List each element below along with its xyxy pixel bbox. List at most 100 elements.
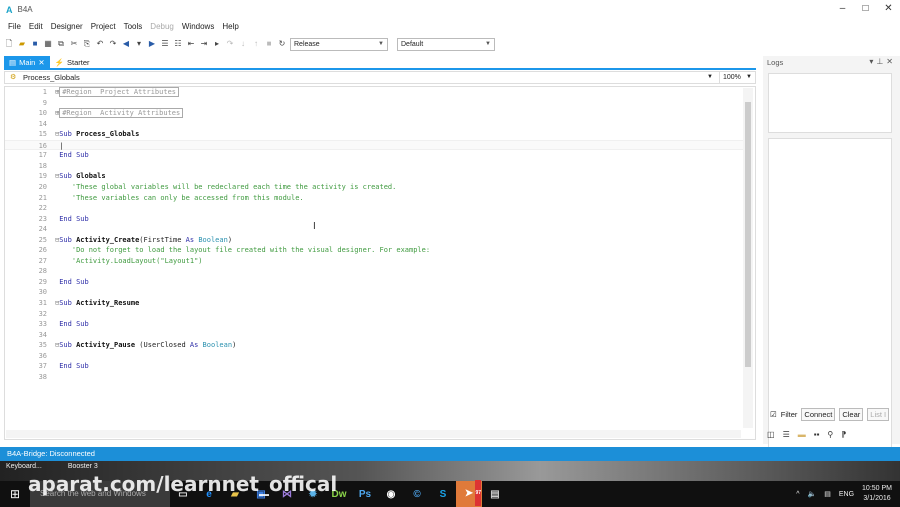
files-icon[interactable]: ▬ <box>798 430 806 439</box>
code-line[interactable]: 38 <box>5 372 745 383</box>
device-select[interactable]: Default ▼ <box>397 37 495 51</box>
paste-icon[interactable]: ⎘ <box>82 39 92 49</box>
chevron-up-icon[interactable]: ^ <box>796 491 799 498</box>
menu-help[interactable]: Help <box>218 20 242 34</box>
minimize-button[interactable]: – <box>831 0 854 18</box>
libraries-icon[interactable]: ◫ <box>767 430 775 439</box>
dropdown-icon[interactable]: ▾ <box>134 39 144 49</box>
windows-start-icon[interactable]: ⊞ <box>0 487 30 501</box>
menu-project[interactable]: Project <box>87 20 120 34</box>
panel-controls[interactable]: ▾⊥✕ <box>869 57 896 66</box>
stop-icon[interactable]: ■ <box>264 39 274 49</box>
telegram-icon[interactable]: ➤ 97 <box>456 480 482 507</box>
code-editor[interactable]: 1 ⊞ #Region Project Attributes 9 10 ⊞ #Region … <box>4 86 756 440</box>
code-line[interactable]: 16 | <box>5 139 745 151</box>
desktop-icon-label[interactable]: Keyboard... <box>6 463 42 470</box>
menu-file[interactable]: File <box>4 20 25 34</box>
menu-windows[interactable]: Windows <box>178 20 218 34</box>
code-line[interactable]: 9 <box>5 98 745 109</box>
code-line[interactable]: 30 <box>5 287 745 298</box>
menu-designer[interactable]: Designer <box>47 20 87 34</box>
c-app-icon[interactable]: © <box>404 489 430 500</box>
desktop-icon-label[interactable]: Booster 3 <box>68 463 98 470</box>
code-line[interactable]: 25 ⊟Sub Activity_Create(FirstTime As Bool… <box>5 235 745 246</box>
tab-starter[interactable]: ⚡ Starter <box>50 56 95 68</box>
code-line[interactable]: 22 <box>5 203 745 214</box>
code-line[interactable]: 23 End Sub <box>5 214 745 225</box>
close-button[interactable]: ✕ <box>877 0 900 18</box>
code-line[interactable]: 14 <box>5 119 745 130</box>
step-out-icon[interactable]: ↑ <box>251 39 261 49</box>
comment-icon[interactable]: ☰ <box>160 39 170 49</box>
scrollbar-thumb[interactable] <box>745 102 751 367</box>
copy-icon[interactable]: ⧉ <box>56 39 66 49</box>
procedure-select[interactable]: ⚙ Process_Globals ▼ <box>4 71 756 84</box>
document-app-icon[interactable]: ▤ <box>482 489 508 500</box>
save-icon[interactable]: ■ <box>30 39 40 49</box>
connect-button[interactable]: Connect <box>801 408 836 421</box>
vertical-scrollbar[interactable] <box>743 88 753 428</box>
menu-debug[interactable]: Debug <box>146 20 178 34</box>
outdent-icon[interactable]: ⇤ <box>186 39 196 49</box>
code-line[interactable]: 27 'Activity.LoadLayout("Layout1") <box>5 256 745 267</box>
step-in-icon[interactable]: ↓ <box>238 39 248 49</box>
code-line[interactable]: 35 ⊟Sub Activity_Pause (UserClosed As Boo… <box>5 340 745 351</box>
modules-icon[interactable]: ☰ <box>783 430 790 439</box>
close-tab-icon[interactable]: ✕ <box>38 56 44 69</box>
open-folder-icon[interactable]: ▰ <box>17 39 27 49</box>
step-over-icon[interactable]: ↷ <box>225 39 235 49</box>
code-line[interactable]: 20 'These global variables will be redec… <box>5 182 745 193</box>
code-line[interactable]: 26 'Do not forget to load the layout fil… <box>5 245 745 256</box>
code-line[interactable]: 10 ⊞ #Region Activity Attributes <box>5 108 745 119</box>
code-line[interactable]: 17 End Sub <box>5 150 745 161</box>
code-line[interactable]: 19 ⊟Sub Globals <box>5 171 745 182</box>
code-line[interactable]: 37 End Sub <box>5 361 745 372</box>
tab-main[interactable]: ▤ Main ✕ <box>4 56 50 68</box>
code-line[interactable]: 18 <box>5 161 745 172</box>
code-line[interactable]: 21 'These variables can only be accessed… <box>5 193 745 204</box>
redo-icon[interactable]: ↷ <box>108 39 118 49</box>
logs-device-list[interactable] <box>768 73 892 133</box>
zoom-select[interactable]: 100% ▼ <box>719 71 756 84</box>
skype-icon[interactable]: S <box>430 489 456 500</box>
code-line[interactable]: 34 <box>5 330 745 341</box>
cut-icon[interactable]: ✂ <box>69 39 79 49</box>
code-line[interactable]: 28 <box>5 266 745 277</box>
code-line[interactable]: 15 ⊟Sub Process_Globals <box>5 129 745 140</box>
menu-edit[interactable]: Edit <box>25 20 47 34</box>
restart-icon[interactable]: ↻ <box>277 39 287 49</box>
system-tray: ^ 🔈 ▤ ENG 10:50 PM 3/1/2016 <box>796 481 892 507</box>
clock[interactable]: 10:50 PM 3/1/2016 <box>862 484 892 504</box>
quick-search-icon[interactable]: ⁋ <box>841 430 846 439</box>
chrome-icon[interactable]: ◉ <box>378 489 404 500</box>
designer-icon[interactable]: ▪▪ <box>814 430 820 439</box>
new-file-icon[interactable]: 🗋 <box>4 39 14 49</box>
maximize-button[interactable]: □ <box>854 0 877 18</box>
search-icon[interactable]: ⚲ <box>827 430 833 439</box>
menu-tools[interactable]: Tools <box>120 20 147 34</box>
code-line[interactable]: 32 <box>5 309 745 320</box>
volume-icon[interactable]: 🔈 <box>808 490 817 498</box>
navigate-forward-icon[interactable]: ▶ <box>147 39 157 49</box>
language-indicator[interactable]: ENG <box>839 491 854 498</box>
indent-icon[interactable]: ⇥ <box>199 39 209 49</box>
undo-icon[interactable]: ↶ <box>95 39 105 49</box>
photoshop-icon[interactable]: Ps <box>352 489 378 500</box>
code-line[interactable]: 24 <box>5 224 745 235</box>
save-all-icon[interactable]: ▦ <box>43 39 53 49</box>
clear-button[interactable]: Clear <box>839 408 864 421</box>
run-icon[interactable]: ▸ <box>212 39 222 49</box>
code-line[interactable]: 36 <box>5 351 745 362</box>
build-config-select[interactable]: Release ▼ <box>290 37 388 51</box>
app-logo: A <box>6 4 13 15</box>
navigate-back-icon[interactable]: ◀ <box>121 39 131 49</box>
code-line[interactable]: 1 ⊞ #Region Project Attributes <box>5 87 745 98</box>
filter-checkbox[interactable]: ☑ <box>770 410 777 419</box>
uncomment-icon[interactable]: ☷ <box>173 39 183 49</box>
horizontal-scrollbar[interactable] <box>6 430 741 438</box>
notification-icon[interactable]: ▤ <box>824 490 831 498</box>
code-line[interactable]: 31 ⊟Sub Activity_Resume <box>5 298 745 309</box>
list-button[interactable]: List I <box>867 408 890 421</box>
code-line[interactable]: 33 End Sub <box>5 319 745 330</box>
code-line[interactable]: 29 End Sub <box>5 277 745 288</box>
